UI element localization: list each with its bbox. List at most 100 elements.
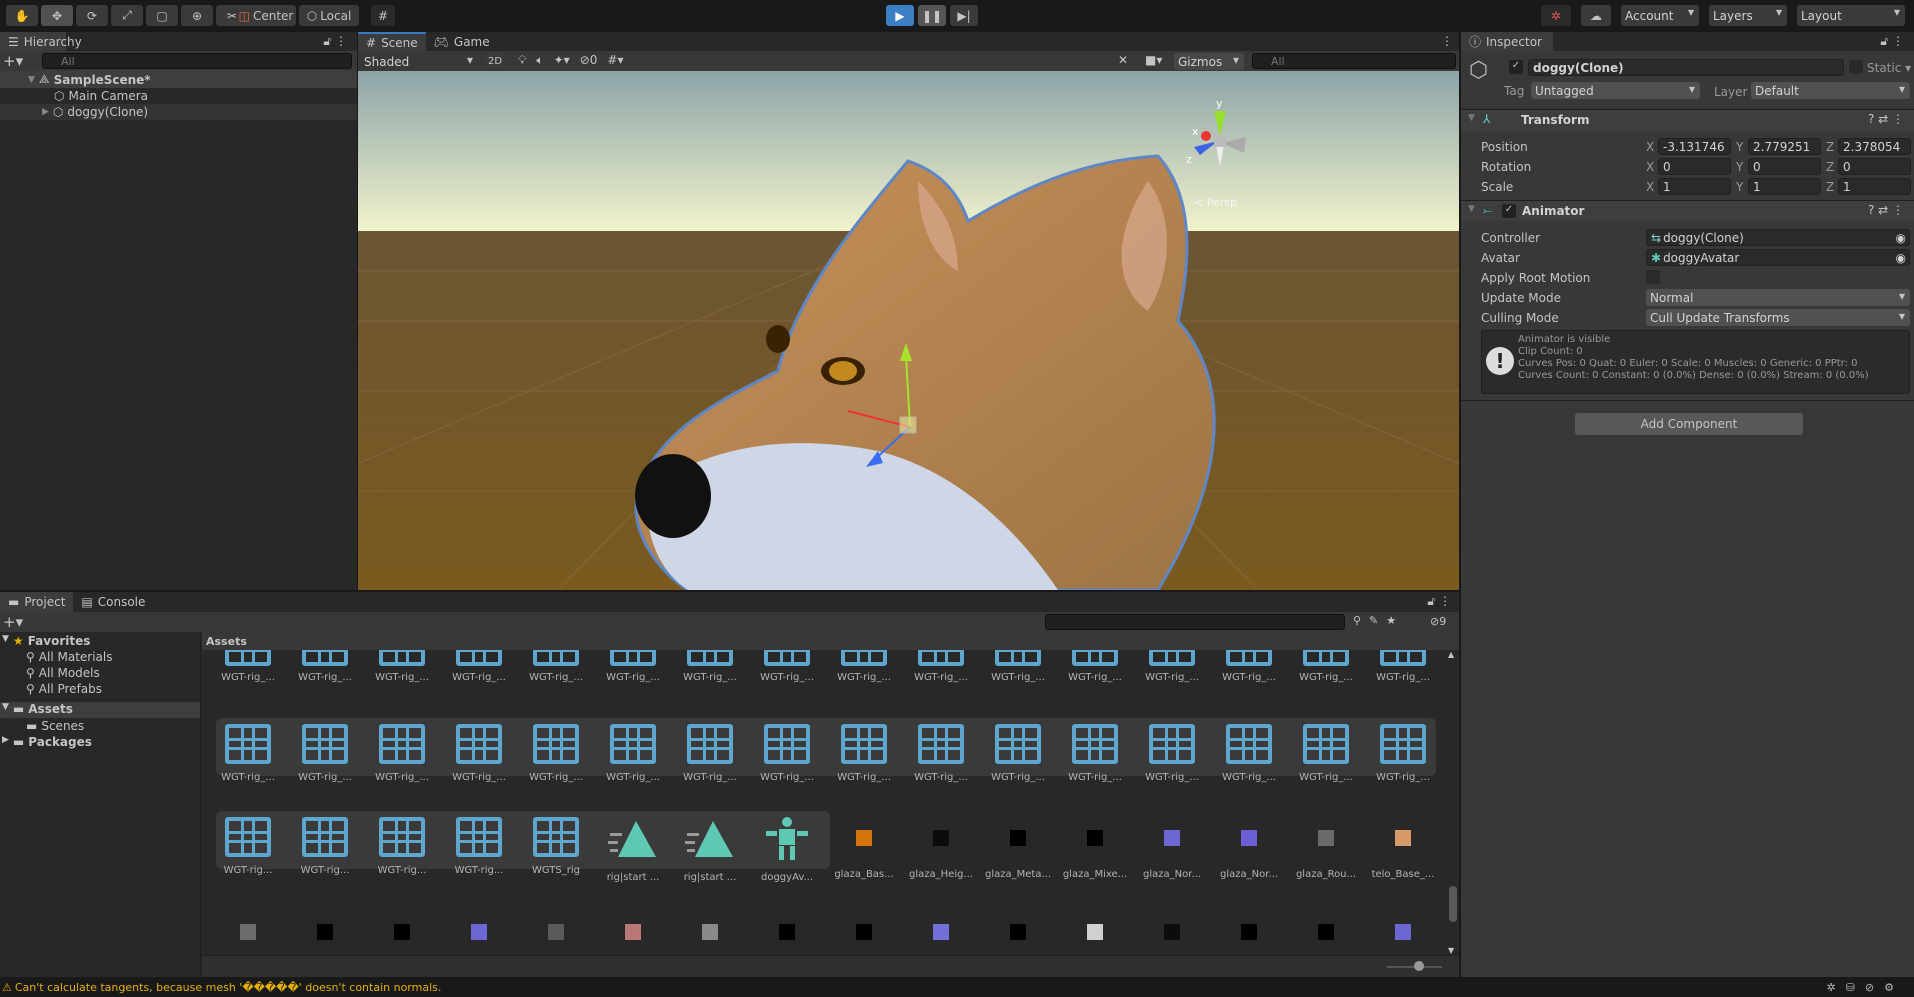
asset-item[interactable]: WGT-rig_...	[1291, 724, 1361, 783]
asset-item[interactable]: WGT-rig...	[367, 817, 437, 876]
asset-item[interactable]: glaza_Nor...	[1214, 817, 1284, 880]
tab-project[interactable]: ▬ Project	[0, 592, 74, 612]
expand-icon[interactable]: ▶	[42, 107, 49, 117]
create-button[interactable]: +▾	[3, 613, 23, 631]
layout-dropdown[interactable]: Layout	[1797, 5, 1905, 26]
rotation-y-field[interactable]: 0	[1748, 158, 1821, 175]
status-icons[interactable]: ✲⛁⊘⚙	[1826, 981, 1904, 994]
tab-hierarchy[interactable]: ☰ Hierarchy	[0, 32, 82, 51]
asset-item[interactable]: WGT-rig_...	[1060, 724, 1130, 783]
asset-item[interactable]: WGT-rig...	[213, 817, 283, 876]
controller-field[interactable]: ⇆ doggy(Clone) ◉	[1646, 229, 1910, 246]
hierarchy-item[interactable]: ⬡ Main Camera	[0, 88, 357, 104]
audio-icon[interactable]: 🔈︎	[536, 53, 543, 68]
camera-icon[interactable]: ■▾	[1145, 53, 1162, 67]
asset-item[interactable]	[444, 912, 514, 952]
pivot-toggle[interactable]: ◫ Center	[236, 5, 296, 26]
asset-item[interactable]: WGT-rig_...	[1291, 650, 1361, 683]
slider-thumb[interactable]	[1414, 961, 1424, 971]
asset-item[interactable]: telo_Base_...	[1368, 817, 1438, 880]
shading-dropdown[interactable]: Shaded	[360, 53, 478, 70]
hand-tool-button[interactable]: ✋	[6, 5, 38, 26]
asset-item[interactable]: WGT-rig...	[290, 817, 360, 876]
asset-item[interactable]: WGT-rig_...	[1137, 724, 1207, 783]
scale-tool-button[interactable]: ⤢	[111, 5, 143, 26]
scale-y-field[interactable]: 1	[1748, 178, 1821, 195]
status-bar[interactable]: ⚠ Can't calculate tangents, because mesh …	[0, 977, 1914, 997]
add-component-button[interactable]: Add Component	[1575, 413, 1803, 435]
asset-item[interactable]: WGT-rig_...	[213, 724, 283, 783]
lock-icon[interactable]: 🔓︎ ⋮	[1880, 34, 1904, 49]
tab-scene[interactable]: # Scene	[358, 32, 426, 51]
effects-icon[interactable]: ✦▾	[554, 53, 570, 68]
space-toggle[interactable]: ⬡ Local	[299, 5, 359, 26]
asset-item[interactable]: WGT-rig_...	[1060, 650, 1130, 683]
asset-item[interactable]: WGTS_rig	[521, 817, 591, 876]
scale-x-field[interactable]: 1	[1658, 178, 1731, 195]
scene-search[interactable]: All	[1252, 53, 1456, 69]
favorite-item[interactable]: ⚲ All Materials	[26, 650, 113, 664]
breadcrumb[interactable]: Assets	[202, 632, 1459, 650]
asset-item[interactable]: glaza_Meta...	[983, 817, 1053, 880]
account-dropdown[interactable]: Account	[1621, 5, 1699, 26]
tag-dropdown[interactable]: Untagged	[1531, 82, 1700, 99]
rotate-tool-button[interactable]: ⟳	[76, 5, 108, 26]
asset-item[interactable]: WGT-rig...	[444, 817, 514, 876]
asset-item[interactable]	[1291, 912, 1361, 952]
cloud-icon[interactable]: ☁	[1581, 5, 1611, 26]
asset-item[interactable]: rig|start ...	[598, 817, 668, 883]
asset-item[interactable]: WGT-rig_...	[521, 724, 591, 783]
rect-tool-button[interactable]: ▢	[146, 5, 178, 26]
asset-item[interactable]: WGT-rig_...	[213, 650, 283, 683]
asset-item[interactable]: rig|start ...	[675, 817, 745, 883]
asset-item[interactable]	[1214, 912, 1284, 952]
asset-item[interactable]: WGT-rig_...	[829, 724, 899, 783]
gizmos-dropdown[interactable]: Gizmos	[1174, 53, 1244, 70]
asset-item[interactable]: glaza_Bas...	[829, 817, 899, 880]
asset-item[interactable]: WGT-rig_...	[290, 650, 360, 683]
asset-item[interactable]: WGT-rig_...	[367, 724, 437, 783]
2d-toggle[interactable]: 2D	[484, 53, 506, 69]
asset-item[interactable]	[290, 912, 360, 952]
asset-item[interactable]	[829, 912, 899, 952]
tab-inspector[interactable]: ⓘ Inspector	[1461, 32, 1553, 51]
asset-item[interactable]	[906, 912, 976, 952]
asset-item[interactable]	[1137, 912, 1207, 952]
rotation-x-field[interactable]: 0	[1658, 158, 1731, 175]
asset-item[interactable]: WGT-rig_...	[367, 650, 437, 683]
lighting-icon[interactable]: 💡︎	[518, 53, 526, 68]
asset-item[interactable]: WGT-rig_...	[444, 650, 514, 683]
asset-item[interactable]: glaza_Heig...	[906, 817, 976, 880]
add-button[interactable]: +▾	[3, 52, 23, 70]
asset-item[interactable]: WGT-rig_...	[444, 724, 514, 783]
static-checkbox[interactable]	[1849, 60, 1863, 74]
asset-item[interactable]: WGT-rig_...	[675, 724, 745, 783]
position-z-field[interactable]: 2.378054	[1838, 138, 1911, 155]
step-button[interactable]: ▶|	[950, 5, 978, 26]
asset-item[interactable]: doggyAv...	[752, 817, 822, 883]
static-dropdown[interactable]: Static ▾	[1867, 61, 1911, 75]
animator-header[interactable]: ▼ ⤚ ✓ Animator ? ⇄ ⋮	[1461, 201, 1914, 221]
tools-icon[interactable]: ✕	[1118, 53, 1128, 67]
play-button[interactable]: ▶	[886, 5, 914, 26]
asset-item[interactable]	[1368, 912, 1438, 952]
root-motion-checkbox[interactable]	[1646, 270, 1660, 284]
asset-item[interactable]: WGT-rig_...	[1214, 724, 1284, 783]
visibility-icon[interactable]: ⊘0	[580, 53, 598, 68]
object-picker-icon[interactable]: ◉	[1896, 231, 1906, 245]
asset-item[interactable]: WGT-rig_...	[906, 724, 976, 783]
persp-label[interactable]: < Persp	[1194, 196, 1237, 209]
asset-item[interactable]: WGT-rig_...	[1368, 650, 1438, 683]
asset-item[interactable]	[521, 912, 591, 952]
asset-item[interactable]	[598, 912, 668, 952]
hierarchy-search[interactable]: All	[42, 53, 352, 69]
asset-item[interactable]: WGT-rig_...	[1368, 724, 1438, 783]
asset-item[interactable]: WGT-rig_...	[1137, 650, 1207, 683]
asset-item[interactable]: WGT-rig_...	[598, 650, 668, 683]
asset-item[interactable]: glaza_Nor...	[1137, 817, 1207, 880]
asset-item[interactable]: WGT-rig_...	[983, 724, 1053, 783]
favorite-item[interactable]: ⚲ All Models	[26, 666, 100, 680]
update-mode-dropdown[interactable]: Normal	[1646, 289, 1910, 306]
position-y-field[interactable]: 2.779251	[1748, 138, 1821, 155]
asset-item[interactable]: WGT-rig_...	[521, 650, 591, 683]
